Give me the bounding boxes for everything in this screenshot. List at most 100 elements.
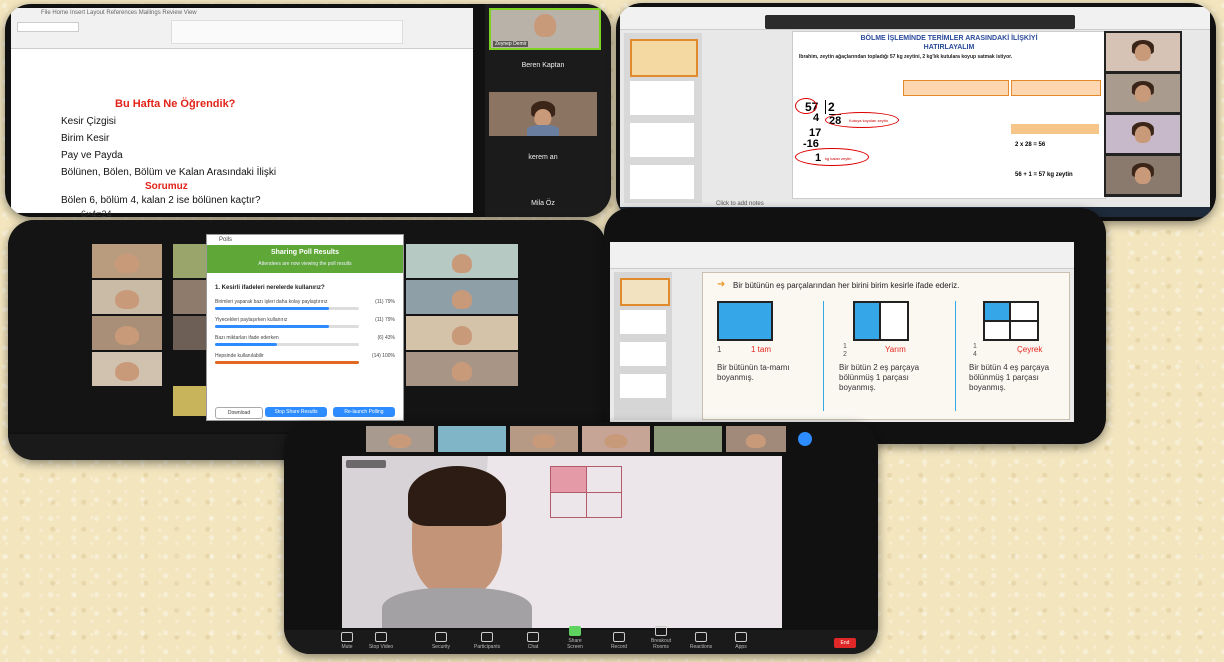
slide-thumbnails-2[interactable]	[614, 272, 672, 420]
word-window: File Home Insert Layout References Maili…	[11, 8, 473, 217]
video-tile-self[interactable]: Zeynep Demir	[489, 8, 601, 50]
equation-2: 56 + 1 = 57 kg zeytin	[1015, 172, 1073, 178]
equation-1: 2 x 28 = 56	[1015, 142, 1095, 148]
video-tile-d[interactable]	[1106, 156, 1180, 194]
ribbon-tabs[interactable]: File Home Insert Layout References Maili…	[41, 10, 197, 16]
download-button[interactable]: Download	[215, 407, 263, 419]
video-tile-g7[interactable]	[173, 316, 207, 350]
poll-header: Sharing Poll Results	[270, 249, 340, 256]
record-button[interactable]: Record	[606, 632, 632, 650]
font-box[interactable]	[17, 22, 79, 32]
fraction-word-1: 1 tam	[751, 345, 772, 354]
thumb-5[interactable]	[654, 426, 722, 452]
poll-option-1: Birimleri yaparak bazı işleri daha kolay…	[215, 299, 395, 310]
zoom-share-toolbar[interactable]	[765, 15, 1075, 29]
stop-video-button[interactable]: Stop Video	[368, 632, 394, 650]
video-tile-g10[interactable]	[406, 280, 518, 314]
panel-fraction-slide: ➜ Bir bütünün eş parçalarından her birin…	[604, 208, 1106, 444]
video-tile-c[interactable]	[1106, 115, 1180, 153]
slide-canvas: BÖLME İŞLEMİNDE TERİMLER ARASINDAKİ İLİŞ…	[792, 31, 1106, 199]
poll-subtitle: Attendees are now viewing the poll resul…	[258, 261, 352, 267]
instruction-text: Bir bütünün eş parçalarından her birini …	[733, 281, 960, 290]
word-ribbon: File Home Insert Layout References Maili…	[11, 8, 473, 49]
video-tile-g9[interactable]	[406, 244, 518, 278]
mute-button[interactable]: Mute	[334, 632, 360, 650]
share-screen-button[interactable]: Share Screen	[562, 626, 588, 650]
divider-1	[823, 301, 824, 411]
relaunch-poll-button[interactable]: Re-launch Polling	[333, 407, 395, 417]
poll-window: Polls Sharing Poll Results Attendees are…	[206, 234, 404, 421]
thumb-3[interactable]	[510, 426, 578, 452]
poll-option-3: Bazı miktarları ifade ederken (6) 43%	[215, 335, 395, 346]
orange-box-3	[1011, 124, 1099, 134]
red-circle-3	[795, 148, 869, 166]
video-tile-g1[interactable]	[92, 244, 162, 278]
thumb-1[interactable]	[366, 426, 434, 452]
division-partial: 4	[813, 112, 820, 124]
participants-button[interactable]: Participants	[474, 632, 500, 650]
video-tile-g3[interactable]	[92, 316, 162, 350]
video-tile-g12[interactable]	[406, 352, 518, 386]
slide-thumbnails[interactable]	[624, 33, 702, 203]
security-button[interactable]: Security	[428, 632, 454, 650]
caption-1: Bir bütünün ta-mamı boyanmış.	[717, 363, 790, 382]
orange-box-2	[1011, 80, 1101, 96]
poll-question: 1. Kesirli ifadeleri nerelerde kullanırı…	[215, 285, 325, 291]
division-divisor: 2	[825, 100, 835, 114]
thumb-6[interactable]	[726, 426, 786, 452]
fraction-3: 14	[973, 343, 977, 358]
item-1: Kesir Çizgisi	[61, 116, 117, 127]
work-text: 6×4=24	[81, 209, 112, 217]
video-tile-g6[interactable]	[173, 280, 207, 314]
fraction-2: 12	[843, 343, 847, 358]
video-tile-g11[interactable]	[406, 316, 518, 350]
poll-option-2: Yiyecekleri paylaşırken kullanırız (11) …	[215, 317, 395, 328]
video-tile-b[interactable]	[1106, 74, 1180, 112]
fraction-word-3: Çeyrek	[1017, 345, 1043, 354]
question-heading: Sorumuz	[145, 181, 188, 192]
stop-share-button[interactable]: Stop Share Results	[265, 407, 327, 417]
style-gallery[interactable]	[171, 20, 403, 44]
top-thumbnails	[366, 426, 786, 452]
page-title: Bu Hafta Ne Öğrendik?	[115, 98, 236, 110]
gallery-arrow-icon[interactable]	[798, 432, 812, 446]
thumb-2[interactable]	[438, 426, 506, 452]
caption-2: Bir bütün 2 eş parçaya bölünmüş 1 parças…	[839, 363, 920, 392]
red-circle-2	[825, 112, 899, 128]
recording-indicator	[346, 460, 386, 468]
end-meeting-button[interactable]: End	[834, 638, 856, 648]
poll-window-title: Polls	[219, 237, 233, 243]
red-circle-1	[795, 98, 817, 114]
video-tile-g4[interactable]	[92, 352, 162, 386]
panel-word-lesson: File Home Insert Layout References Maili…	[5, 4, 611, 217]
caption-3: Bir bütün 4 eş parçaya bölünmüş 1 parças…	[969, 363, 1050, 392]
zoom-toolbar: Mute Stop Video Security Participants Ch…	[284, 626, 878, 654]
drawn-square-icon	[550, 466, 622, 518]
breakout-rooms-button[interactable]: Breakout Rooms	[648, 626, 674, 650]
video-tile-g2[interactable]	[92, 280, 162, 314]
fraction-card-1: 1 1 tam Bir bütünün ta-mamı boyanmış.	[715, 297, 819, 415]
fraction-1: 1	[717, 345, 722, 354]
poll-option-4: Hepsinde kullanılabilir (14) 100%	[215, 353, 395, 364]
ppt-ribbon-2	[610, 242, 1074, 269]
fraction-word-2: Yarım	[885, 345, 906, 354]
video-tile-a[interactable]	[1106, 33, 1180, 71]
video-tile-g8[interactable]	[173, 386, 207, 416]
apps-button[interactable]: Apps	[728, 632, 754, 650]
ppt-window: BÖLME İŞLEMİNDE TERİMLER ARASINDAKİ İLİŞ…	[620, 7, 1210, 217]
instruction-arrow: ➜	[717, 279, 726, 290]
chat-button[interactable]: Chat	[520, 632, 546, 650]
question: Bölen 6, bölüm 4, kalan 2 ise bölünen ka…	[61, 195, 261, 206]
problem-text: Ibrahim, zeytin ağaçlarından topladığı 5…	[799, 54, 1013, 60]
video-tile-2[interactable]	[489, 92, 597, 136]
divider-2	[955, 301, 956, 411]
video-tile-g5[interactable]	[173, 244, 207, 278]
reactions-button[interactable]: Reactions	[688, 632, 714, 650]
ppt-window-2: ➜ Bir bütünün eş parçalarından her birin…	[610, 242, 1074, 422]
panel-powerpoint-division: BÖLME İŞLEMİNDE TERİMLER ARASINDAKİ İLİŞ…	[616, 3, 1216, 221]
thumb-4[interactable]	[582, 426, 650, 452]
panel-student-video: Mute Stop Video Security Participants Ch…	[284, 422, 878, 654]
participant-name-2: kerem an	[528, 154, 558, 161]
main-video	[342, 456, 782, 628]
item-3: Pay ve Payda	[61, 150, 123, 161]
